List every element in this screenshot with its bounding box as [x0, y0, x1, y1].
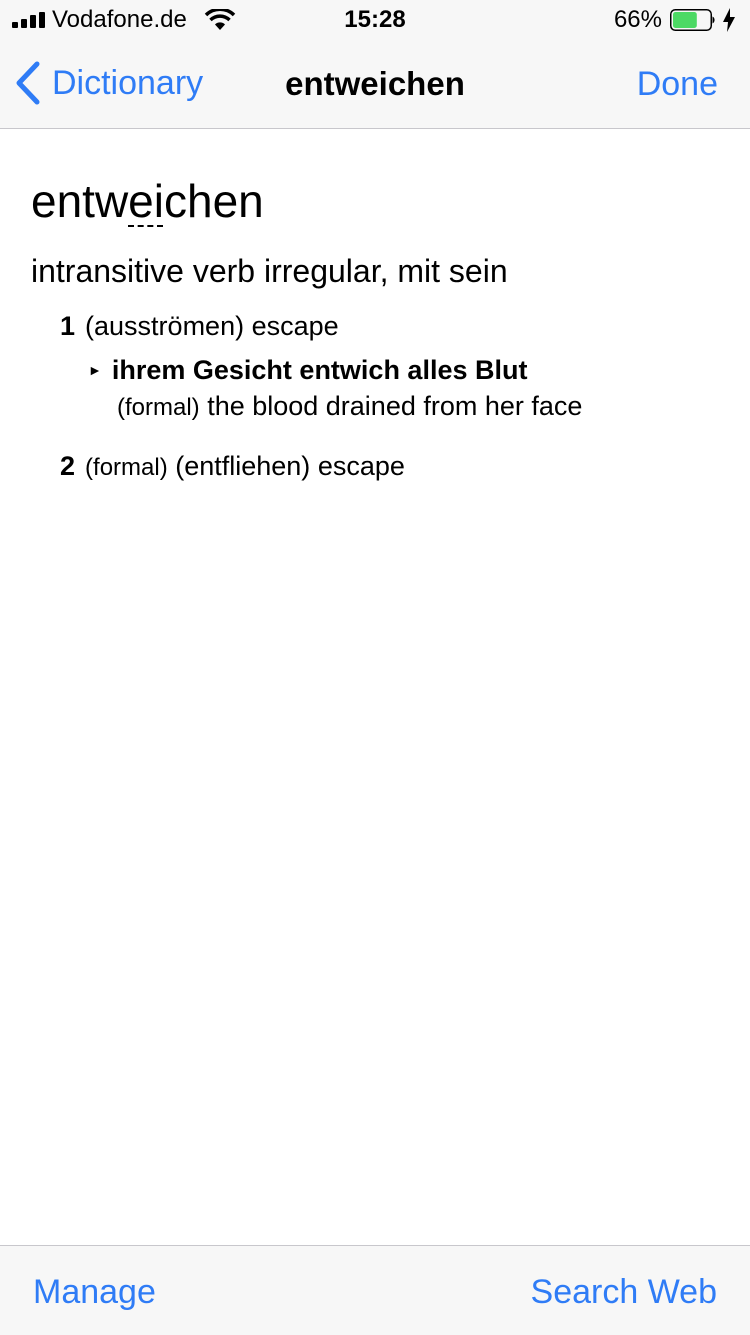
headword-part-after: chen [163, 175, 264, 227]
part-of-speech: intransitive verb irregular, mit sein [31, 253, 508, 289]
headword-stressed-syllable: ei [128, 175, 164, 227]
headword: entweichen [31, 173, 264, 229]
register-label: (formal) [85, 454, 168, 481]
charging-bolt-icon [723, 8, 735, 32]
back-button-label: Dictionary [52, 64, 204, 102]
headword-part-before: entw [31, 175, 129, 227]
example-translation-line: (formal) the blood drained from her face [117, 389, 582, 425]
status-bar: Vodafone.de 15:28 66% [0, 0, 750, 40]
back-button[interactable]: Dictionary [14, 58, 203, 108]
sense-context: (ausströmen) [85, 311, 245, 341]
bottom-toolbar: Manage Search Web [0, 1245, 750, 1335]
sense-number: 1 [60, 311, 76, 341]
search-web-button[interactable]: Search Web [531, 1272, 717, 1312]
dictionary-entry: entweichen intransitive verb irregular, … [0, 129, 750, 1245]
battery-level-fill [673, 12, 697, 28]
sense-2: 2 (formal) (entfliehen) escape [60, 449, 405, 485]
battery-icon [670, 9, 715, 31]
triangle-right-icon: ► [88, 362, 102, 378]
sense-translation: escape [251, 311, 339, 341]
sense-context: (entfliehen) [175, 451, 311, 481]
example-translation: the blood drained from her face [207, 391, 583, 421]
sense-translation: escape [317, 451, 405, 481]
sense-1: 1 (ausströmen) escape [60, 309, 339, 343]
manage-button[interactable]: Manage [33, 1272, 156, 1312]
chevron-left-icon [16, 61, 40, 105]
battery-percentage: 66% [613, 6, 662, 33]
register-label: (formal) [117, 394, 200, 421]
done-button[interactable]: Done [637, 64, 718, 104]
sense-number: 2 [60, 451, 76, 481]
example-sentence: ► ihrem Gesicht entwich alles Blut [88, 353, 527, 387]
navigation-bar: Dictionary entweichen Done [0, 40, 750, 129]
example-text: ihrem Gesicht entwich alles Blut [111, 355, 528, 385]
